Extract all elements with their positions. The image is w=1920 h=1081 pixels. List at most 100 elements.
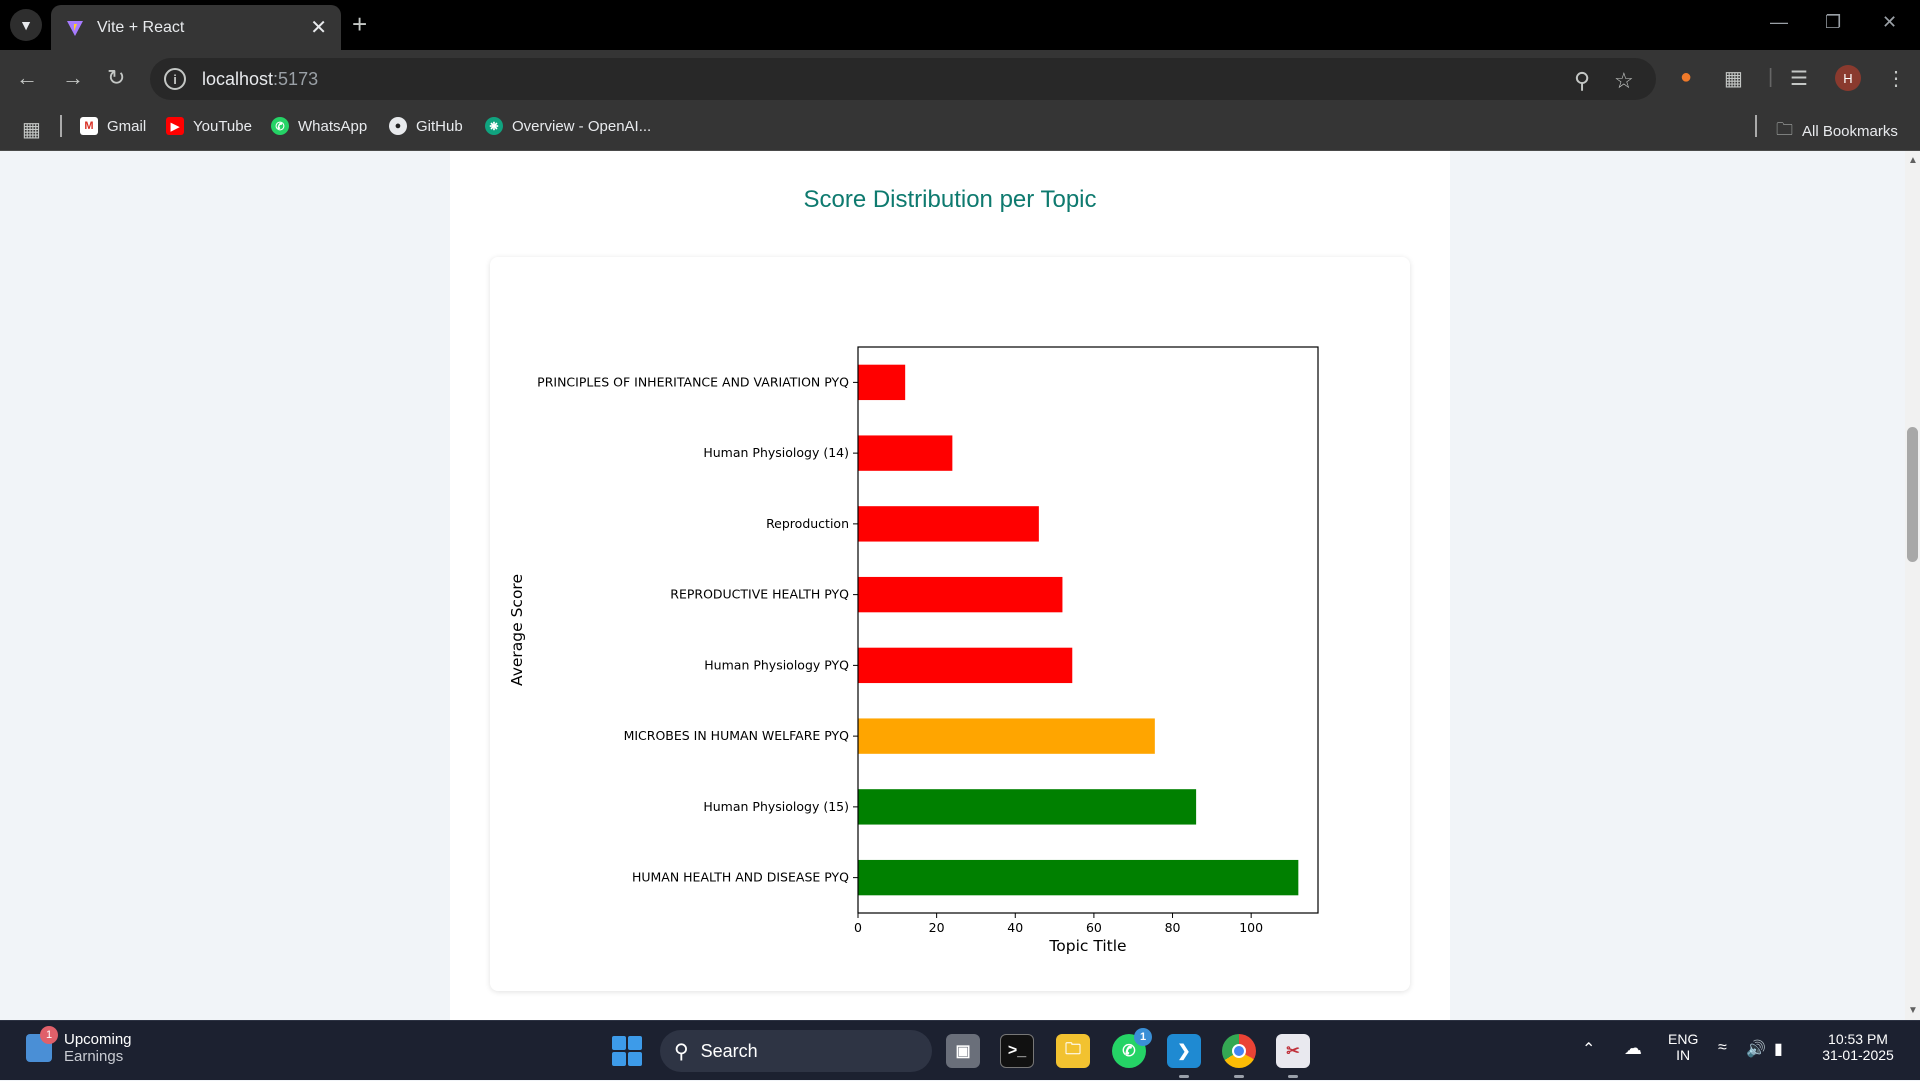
wifi-icon[interactable]: ≈ <box>1718 1039 1727 1057</box>
language-indicator[interactable]: ENG IN <box>1668 1031 1698 1063</box>
openai-icon: ❋ <box>485 117 503 135</box>
bookmarks-divider <box>60 115 62 137</box>
tab-search-button[interactable]: ▼ <box>10 9 42 41</box>
bookmarks-divider <box>1755 115 1757 137</box>
x-tick-label: 0 <box>854 920 862 935</box>
restore-icon[interactable]: ❐ <box>1825 12 1841 33</box>
y-tick-label: Human Physiology (14) <box>703 445 849 460</box>
bookmark-whatsapp[interactable]: ✆ WhatsApp <box>271 117 367 135</box>
taskbar-search[interactable]: ⚲ Search <box>660 1030 932 1072</box>
bar <box>858 364 906 401</box>
page-viewport: Score Distribution per Topic HUMAN HEALT… <box>0 151 1905 1020</box>
battery-icon[interactable]: ▮ <box>1774 1039 1783 1059</box>
scroll-up-icon[interactable]: ▲ <box>1908 155 1918 166</box>
widget-icon: 1 <box>26 1026 58 1062</box>
reload-icon[interactable]: ↻ <box>107 66 125 90</box>
whatsapp-icon: ✆ <box>271 117 289 135</box>
running-indicator <box>1234 1075 1244 1078</box>
widgets-button[interactable]: 1 Upcoming Earnings <box>26 1026 132 1065</box>
y-tick-label: Human Physiology PYQ <box>704 657 849 672</box>
x-axis-label: Topic Title <box>1048 937 1126 955</box>
page-scrollbar[interactable]: ▲ ▼ <box>1905 151 1920 1020</box>
bar <box>858 718 1155 754</box>
chevron-down-icon: ▼ <box>19 17 33 33</box>
github-icon: ● <box>389 117 407 135</box>
bar <box>858 647 1073 684</box>
volume-icon[interactable]: 🔊 <box>1746 1039 1766 1059</box>
y-axis-label: Average Score <box>508 574 526 686</box>
bar <box>858 576 1063 613</box>
y-tick-label: HUMAN HEALTH AND DISEASE PYQ <box>632 870 849 885</box>
bar <box>858 435 953 471</box>
widget-subtitle: Earnings <box>64 1048 124 1065</box>
search-icon: ⚲ <box>674 1040 689 1063</box>
url-text: localhost:5173 <box>202 68 319 89</box>
profile-avatar[interactable]: H <box>1835 65 1861 91</box>
chrome-icon[interactable] <box>1222 1034 1256 1068</box>
windows-taskbar: 1 Upcoming Earnings ⚲ Search ▣ >_ 🗀 ✆ 1 … <box>0 1020 1920 1080</box>
folder-icon: 🗀 <box>1776 120 1793 139</box>
site-info-icon[interactable]: i <box>164 68 186 90</box>
all-bookmarks-folder[interactable]: 🗀 All Bookmarks <box>1776 117 1898 146</box>
bar <box>858 859 1299 896</box>
bookmark-openai[interactable]: ❋ Overview - OpenAI... <box>485 117 651 135</box>
x-tick-label: 80 <box>1165 920 1181 935</box>
task-view-icon[interactable]: ▣ <box>946 1034 980 1068</box>
vite-logo-icon <box>67 20 83 36</box>
scroll-down-icon[interactable]: ▼ <box>1908 1005 1918 1016</box>
running-indicator <box>1288 1075 1298 1078</box>
start-button[interactable] <box>612 1036 642 1066</box>
bar <box>858 789 1197 825</box>
forward-icon[interactable]: → <box>62 66 84 90</box>
youtube-icon: ▶ <box>166 117 184 135</box>
window-close-icon[interactable]: ✕ <box>1882 12 1897 33</box>
y-tick-label: Human Physiology (15) <box>703 799 849 814</box>
more-menu-icon[interactable]: ⋮ <box>1886 66 1906 91</box>
apps-grid-icon[interactable]: ▦ <box>22 117 41 142</box>
plot-frame <box>857 346 1319 914</box>
chart-card: HUMAN HEALTH AND DISEASE PYQ Human Physio… <box>490 257 1410 991</box>
zoom-icon[interactable]: ⚲ <box>1574 68 1590 94</box>
windows-logo-icon <box>612 1036 626 1050</box>
terminal-icon[interactable]: >_ <box>1000 1034 1034 1068</box>
widget-title: Upcoming <box>64 1031 132 1048</box>
y-tick-label: MICROBES IN HUMAN WELFARE PYQ <box>624 728 850 743</box>
minimize-icon[interactable]: — <box>1770 12 1788 33</box>
bar <box>858 506 1039 542</box>
extension-icon[interactable]: ● <box>1680 66 1692 89</box>
new-tab-button[interactable]: + <box>352 11 367 37</box>
active-tab[interactable]: Vite + React ✕ <box>51 5 341 50</box>
onedrive-cloud-icon[interactable]: ☁ <box>1624 1038 1642 1059</box>
toolbar-divider: | <box>1768 66 1774 88</box>
gmail-icon: M <box>80 117 98 135</box>
file-explorer-icon[interactable]: 🗀 <box>1056 1034 1090 1068</box>
snipping-tool-icon[interactable]: ✂ <box>1276 1034 1310 1068</box>
y-tick-label: Reproduction <box>766 516 849 531</box>
browser-toolbar: ← → ↻ i localhost:5173 ⚲ ☆ ● ▦ | ☰ H ⋮ <box>0 50 1920 107</box>
extensions-puzzle-icon[interactable]: ▦ <box>1724 66 1743 91</box>
y-tick-label: PRINCIPLES OF INHERITANCE AND VARIATION … <box>537 374 849 389</box>
tab-strip: ▼ Vite + React ✕ + — ❐ ✕ <box>0 0 1920 50</box>
running-indicator <box>1179 1075 1189 1078</box>
close-tab-icon[interactable]: ✕ <box>310 15 327 40</box>
show-hidden-icons-icon[interactable]: ⌃ <box>1582 1039 1595 1059</box>
bookmark-gmail[interactable]: M Gmail <box>80 117 146 135</box>
tab-title: Vite + React <box>97 18 185 36</box>
whatsapp-badge: 1 <box>1134 1028 1152 1046</box>
scrollbar-thumb[interactable] <box>1907 427 1918 562</box>
back-icon[interactable]: ← <box>16 66 38 90</box>
x-tick-label: 100 <box>1239 920 1263 935</box>
bookmarks-bar: ▦ M Gmail ▶ YouTube ✆ WhatsApp ● GitHub … <box>0 107 1920 151</box>
content-panel: Score Distribution per Topic HUMAN HEALT… <box>450 151 1450 1020</box>
media-control-icon[interactable]: ☰ <box>1790 66 1808 91</box>
x-tick-label: 40 <box>1007 920 1023 935</box>
clock[interactable]: 10:53 PM 31-01-2025 <box>1814 1031 1902 1063</box>
bookmark-github[interactable]: ● GitHub <box>389 117 463 135</box>
bar-chart: HUMAN HEALTH AND DISEASE PYQ Human Physio… <box>508 346 1319 955</box>
address-bar[interactable]: i localhost:5173 ⚲ ☆ <box>150 58 1656 100</box>
x-tick-label: 20 <box>929 920 945 935</box>
vscode-icon[interactable]: ❯ <box>1167 1034 1201 1068</box>
bookmark-star-icon[interactable]: ☆ <box>1614 68 1634 94</box>
whatsapp-app-icon[interactable]: ✆ 1 <box>1112 1028 1152 1068</box>
bookmark-youtube[interactable]: ▶ YouTube <box>166 117 252 135</box>
